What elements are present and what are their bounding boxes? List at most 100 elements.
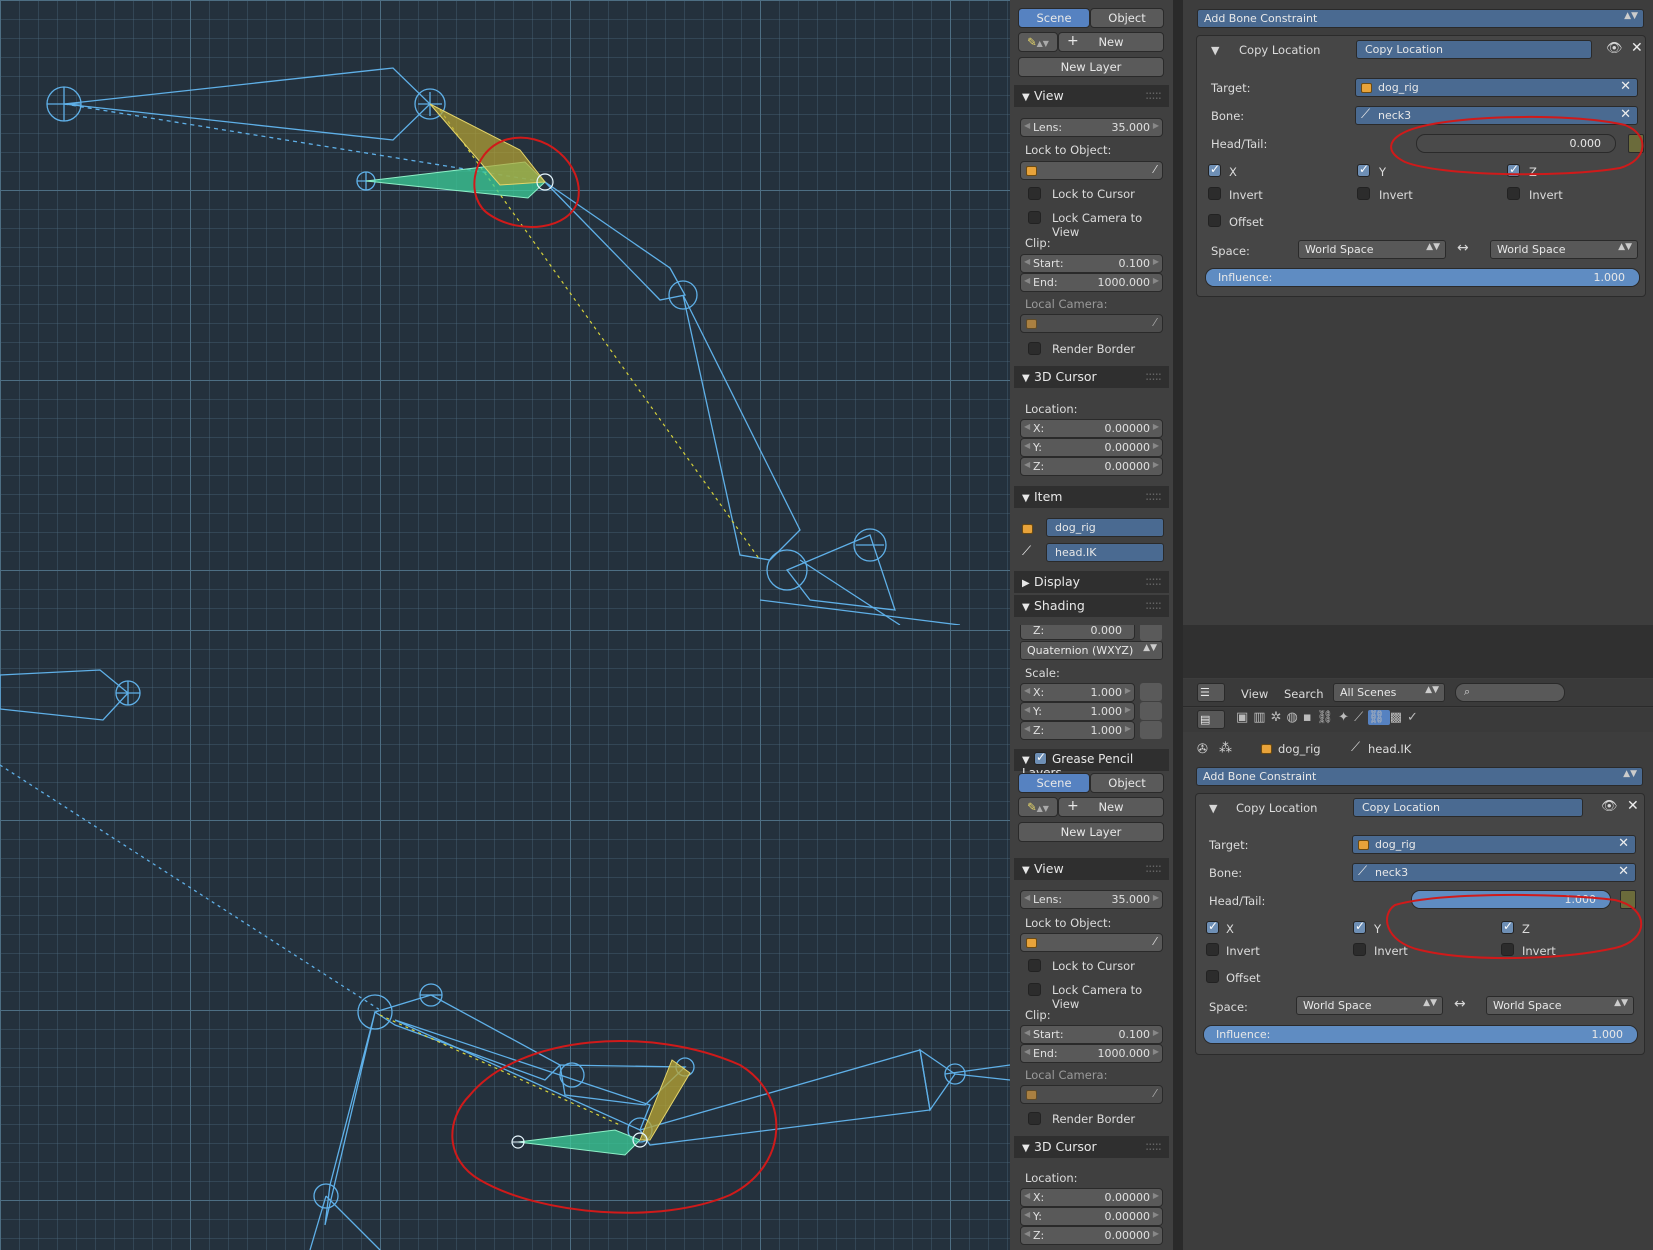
- panel-view-header[interactable]: ▼ View:::::: [1014, 85, 1169, 107]
- x-axis-checkbox[interactable]: [1206, 919, 1219, 934]
- pencil-source-dropdown[interactable]: ✎▲▼: [1018, 797, 1058, 817]
- pencil-source-dropdown[interactable]: ✎▲▼: [1018, 32, 1058, 52]
- use-bbone-shape-toggle[interactable]: [1620, 890, 1636, 909]
- clear-icon[interactable]: ✕: [1620, 107, 1631, 122]
- add-bone-constraint-dropdown[interactable]: Add Bone Constraint ▲▼: [1197, 9, 1644, 28]
- area-divider[interactable]: [1173, 0, 1183, 1250]
- clear-icon[interactable]: ✕: [1618, 864, 1629, 879]
- invert-y-checkbox[interactable]: [1357, 187, 1370, 200]
- lock-cursor-checkbox[interactable]: [1028, 959, 1041, 972]
- z-axis-checkbox[interactable]: [1501, 919, 1514, 934]
- lens-field[interactable]: ◀ Lens: 35.000 ▶: [1020, 890, 1163, 909]
- data-icon[interactable]: ✦: [1338, 710, 1354, 725]
- collapse-arrow-icon[interactable]: ▼: [1209, 802, 1217, 815]
- collapse-arrow-icon[interactable]: ▼: [1211, 44, 1219, 57]
- close-icon[interactable]: ✕: [1631, 40, 1643, 56]
- eyedropper-icon[interactable]: ⁄: [1154, 163, 1156, 176]
- bone-field[interactable]: ⟋ neck3 ✕: [1352, 863, 1636, 882]
- rotation-mode-dropdown[interactable]: Quaternion (WXYZ) ▲▼: [1020, 641, 1163, 660]
- add-bone-constraint-dropdown[interactable]: Add Bone Constraint ▲▼: [1196, 767, 1643, 786]
- item-bone-name-field[interactable]: head.IK: [1046, 543, 1164, 562]
- object-icon[interactable]: ▪: [1303, 710, 1317, 725]
- clear-icon[interactable]: ✕: [1618, 836, 1629, 851]
- lock-icon[interactable]: [1140, 625, 1162, 641]
- cursor-z-field[interactable]: ◀ Z: 0.00000 ▶: [1020, 457, 1163, 476]
- invert-x-checkbox[interactable]: [1208, 187, 1221, 200]
- render-layers-icon[interactable]: ▥: [1253, 710, 1270, 725]
- bone-constraint-icon[interactable]: ⛓: [1368, 710, 1390, 725]
- new-button[interactable]: + New: [1058, 32, 1164, 52]
- lens-field[interactable]: ◀ Lens: 35.000 ▶: [1020, 118, 1163, 137]
- lock-cursor-checkbox[interactable]: [1028, 187, 1041, 200]
- cursor-z-field[interactable]: ◀ Z: 0.00000 ▶: [1020, 1226, 1163, 1245]
- panel-shading-header[interactable]: ▼ Shading:::::: [1014, 595, 1169, 617]
- render-border-checkbox[interactable]: [1028, 342, 1041, 355]
- panel-3d-cursor-header[interactable]: ▼ 3D Cursor:::::: [1014, 1136, 1169, 1158]
- cursor-y-field[interactable]: ◀ Y: 0.00000 ▶: [1020, 438, 1163, 457]
- render-border-checkbox[interactable]: [1028, 1112, 1041, 1125]
- z-axis-checkbox[interactable]: [1507, 162, 1520, 177]
- clear-icon[interactable]: ✕: [1620, 79, 1631, 94]
- panel-grease-pencil-layers-header[interactable]: ▼Grease Pencil Layers: [1014, 749, 1169, 780]
- panel-item-header[interactable]: ▼ Item:::::: [1014, 486, 1169, 508]
- panel-3d-cursor-header[interactable]: ▼ 3D Cursor:::::: [1014, 366, 1169, 388]
- cursor-x-field[interactable]: ◀ X: 0.00000 ▶: [1020, 419, 1163, 438]
- cursor-x-field[interactable]: ◀ X: 0.00000 ▶: [1020, 1188, 1163, 1207]
- scale-x-field[interactable]: ◀ X: 1.000 ▶: [1020, 683, 1135, 702]
- head-tail-slider[interactable]: 0.000: [1416, 134, 1616, 153]
- invert-y-checkbox[interactable]: [1353, 943, 1366, 956]
- panel-view-header[interactable]: ▼ View:::::: [1014, 858, 1169, 880]
- outliner-search-menu[interactable]: Search: [1284, 687, 1324, 701]
- eye-icon[interactable]: 👁: [1601, 799, 1618, 814]
- outliner-view-menu[interactable]: View: [1241, 687, 1268, 701]
- item-object-name-field[interactable]: dog_rig: [1046, 518, 1164, 537]
- head-tail-slider[interactable]: 1.000: [1411, 890, 1611, 909]
- outliner-search-input[interactable]: ⌕: [1455, 683, 1565, 702]
- offset-checkbox[interactable]: [1206, 970, 1219, 983]
- eye-icon[interactable]: 👁: [1606, 41, 1623, 56]
- lock-camera-checkbox[interactable]: [1028, 211, 1041, 224]
- editor-type-dropdown[interactable]: ☰: [1197, 683, 1225, 702]
- lock-object-field[interactable]: ⁄: [1020, 161, 1163, 180]
- constraint-name-field[interactable]: Copy Location: [1353, 798, 1583, 817]
- constraint-icon[interactable]: ⛓: [1317, 710, 1339, 725]
- tab-object[interactable]: Object: [1090, 773, 1164, 793]
- cursor-y-field[interactable]: ◀ Y: 0.00000 ▶: [1020, 1207, 1163, 1226]
- invert-z-checkbox[interactable]: [1507, 187, 1520, 200]
- new-layer-button[interactable]: New Layer: [1018, 822, 1164, 842]
- eyedropper-icon[interactable]: ⁄: [1154, 316, 1156, 329]
- outliner-display-mode-dropdown[interactable]: All Scenes ▲▼: [1333, 683, 1445, 702]
- location-z-field[interactable]: Z: 0.000: [1020, 625, 1135, 640]
- panel-display-header[interactable]: ▶ Display:::::: [1014, 571, 1169, 593]
- y-axis-checkbox[interactable]: [1357, 162, 1370, 177]
- constraint-name-field[interactable]: Copy Location: [1356, 40, 1592, 59]
- invert-z-checkbox[interactable]: [1501, 943, 1514, 956]
- target-space-dropdown[interactable]: World Space ▲▼: [1490, 240, 1638, 259]
- scale-y-field[interactable]: ◀ Y: 1.000 ▶: [1020, 702, 1135, 721]
- scale-z-field[interactable]: ◀ Z: 1.000 ▶: [1020, 721, 1135, 740]
- close-icon[interactable]: ✕: [1627, 798, 1639, 814]
- material-icon[interactable]: ✓: [1407, 710, 1423, 725]
- x-axis-checkbox[interactable]: [1208, 162, 1221, 177]
- owner-space-dropdown[interactable]: World Space ▲▼: [1296, 996, 1443, 1015]
- clip-start-field[interactable]: ◀ Start: 0.100 ▶: [1020, 1025, 1163, 1044]
- local-camera-field[interactable]: ⁄: [1020, 314, 1163, 333]
- influence-slider[interactable]: Influence: 1.000: [1205, 268, 1640, 287]
- influence-slider[interactable]: Influence: 1.000: [1203, 1025, 1638, 1044]
- clip-end-field[interactable]: ◀ End: 1000.000 ▶: [1020, 1044, 1163, 1063]
- tab-scene[interactable]: Scene: [1018, 773, 1090, 793]
- lock-icon[interactable]: [1140, 721, 1162, 739]
- target-field[interactable]: dog_rig ✕: [1352, 835, 1636, 854]
- grease-pencil-toggle[interactable]: [1034, 750, 1047, 765]
- eyedropper-icon[interactable]: ⁄: [1154, 935, 1156, 948]
- properties-context-tabs[interactable]: ▣▥✲◍▪⛓✦⟋⛓▩✓: [1236, 710, 1436, 729]
- lock-icon[interactable]: [1140, 683, 1162, 701]
- tab-object[interactable]: Object: [1090, 8, 1164, 28]
- lock-object-field[interactable]: ⁄: [1020, 933, 1163, 952]
- use-bbone-shape-toggle[interactable]: [1628, 134, 1644, 153]
- new-button[interactable]: + New: [1058, 797, 1164, 817]
- target-space-dropdown[interactable]: World Space ▲▼: [1486, 996, 1634, 1015]
- owner-space-dropdown[interactable]: World Space ▲▼: [1298, 240, 1446, 259]
- world-icon[interactable]: ◍: [1287, 710, 1303, 725]
- viewport-top[interactable]: [0, 0, 1010, 625]
